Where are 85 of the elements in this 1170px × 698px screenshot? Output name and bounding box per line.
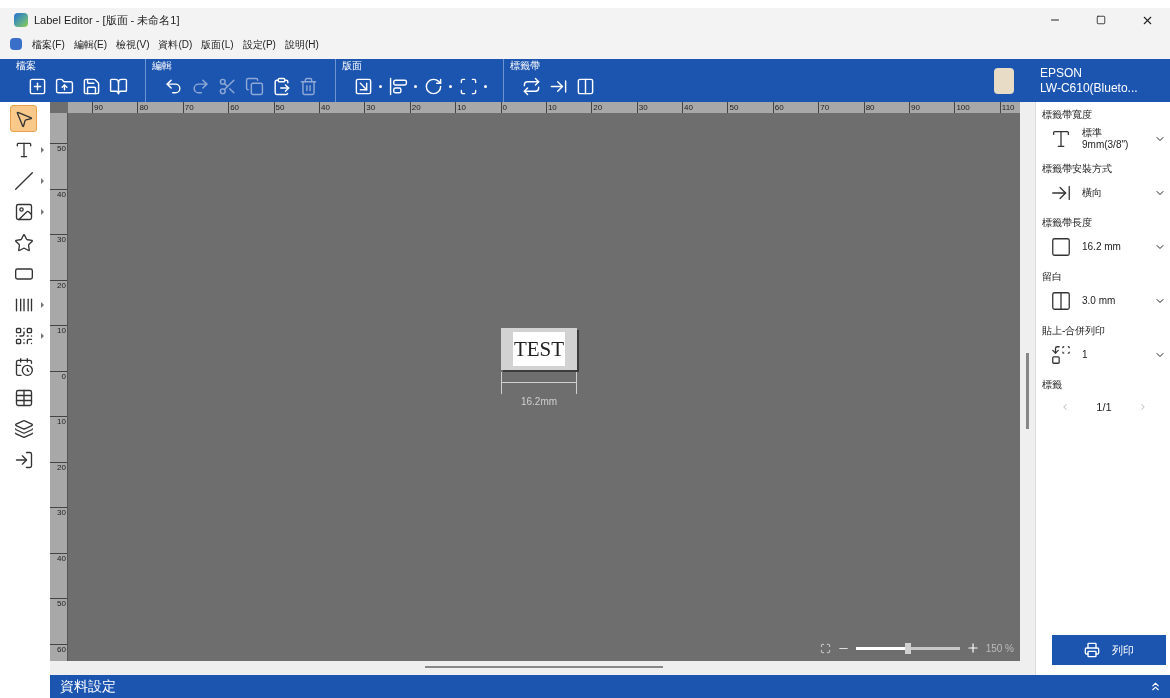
zoom-in-icon[interactable] <box>965 641 980 655</box>
ruler-label: 70 <box>820 102 830 113</box>
ruler-label: 80 <box>139 102 149 113</box>
setting-label: 標籤帶寬度 <box>1042 108 1093 122</box>
setting-dropdown[interactable]: 16.2 mm <box>1042 230 1166 264</box>
ruler-label: 40 <box>57 189 66 201</box>
pointer-icon[interactable] <box>10 105 37 132</box>
ruler-label: 80 <box>865 102 875 113</box>
ruler-label: 10 <box>57 417 66 428</box>
menu-item[interactable]: 說明(H) <box>281 36 322 52</box>
ruler-label: 20 <box>57 462 66 474</box>
submenu-arrow-icon[interactable] <box>41 332 44 339</box>
printer-icon <box>1084 642 1100 658</box>
menu-item[interactable]: 檢視(V) <box>113 36 153 52</box>
setting-label: 標籤帶安裝方式 <box>1042 162 1113 176</box>
ruler-label: 90 <box>94 102 103 113</box>
ruler-label: 100 <box>956 102 970 113</box>
maximize-icon <box>1096 15 1106 25</box>
ruler-label: 40 <box>684 102 693 113</box>
submenu-arrow-icon[interactable] <box>41 177 44 184</box>
zoom-slider-thumb[interactable] <box>904 642 911 654</box>
ruler-label: 70 <box>184 102 194 113</box>
ruler-label: 50 <box>275 102 285 113</box>
vertical-scrollbar-thumb[interactable] <box>1026 353 1029 429</box>
ruler-label: 60 <box>230 102 240 113</box>
ribbon-group-label: 編輯 <box>152 59 173 72</box>
horizontal-scrollbar-thumb[interactable] <box>425 666 663 668</box>
ruler-label: 50 <box>57 144 66 155</box>
ruler-label: 60 <box>774 102 784 113</box>
submenu-arrow-icon[interactable] <box>41 301 44 308</box>
ruler-label: 20 <box>593 102 603 113</box>
submenu-arrow-icon[interactable] <box>41 146 44 153</box>
menu-item[interactable]: 版面(L) <box>198 36 237 52</box>
page-reading: 1/1 <box>1096 399 1112 415</box>
ribbon-group-label: 版面 <box>342 59 363 72</box>
submenu-arrow-icon[interactable] <box>41 208 44 215</box>
app-logo-icon <box>14 13 28 27</box>
ruler-corner <box>50 102 68 113</box>
menu-item[interactable]: 資料(D) <box>155 36 196 52</box>
label-tape[interactable]: TEST <box>501 327 577 370</box>
print-button[interactable]: 列印 <box>1052 635 1166 665</box>
label-text[interactable]: TEST <box>512 331 566 366</box>
ruler-label: 90 <box>911 102 920 113</box>
ruler-label: 30 <box>57 508 66 519</box>
zoom-reading: 150 % <box>985 641 1014 656</box>
expand-icon[interactable] <box>1149 680 1162 693</box>
dimension-line-icon <box>501 371 577 394</box>
menu-item[interactable]: 設定(P) <box>239 36 279 52</box>
menu-item[interactable]: 檔案(F) <box>29 36 68 52</box>
printer-brand: EPSON <box>1040 65 1083 81</box>
ruler-label: 0 <box>502 102 507 113</box>
panel-title: 資料設定 <box>60 677 116 696</box>
ruler-label: 40 <box>57 553 66 565</box>
menu-item[interactable]: 編輯(E) <box>70 36 111 52</box>
ruler-label: 10 <box>457 102 467 113</box>
ruler-label: 30 <box>366 102 376 113</box>
label-length: 16.2mm <box>520 394 558 409</box>
setting-dropdown[interactable]: 3.0 mm <box>1042 284 1166 318</box>
setting-label: 貼上-合併列印 <box>1042 324 1107 338</box>
setting-label: 標籤 <box>1042 378 1063 392</box>
zoom-slider[interactable] <box>855 642 960 654</box>
ruler-label: 30 <box>57 235 66 246</box>
ruler-label: 50 <box>57 599 66 610</box>
setting-dropdown[interactable]: 標準 9mm(3/8") <box>1042 122 1166 156</box>
setting-label: 留白 <box>1042 270 1063 284</box>
printer-device-icon <box>994 67 1014 94</box>
ruler-label: 10 <box>547 102 557 113</box>
ruler-label: 50 <box>729 102 739 113</box>
align-icon[interactable] <box>387 75 409 97</box>
fit-view-icon[interactable] <box>819 642 831 654</box>
ruler-label: 110 <box>1001 102 1015 113</box>
ribbon-group-label: 檔案 <box>16 59 37 72</box>
ruler-label: 10 <box>57 326 66 337</box>
setting-dropdown[interactable]: 橫向 <box>1042 176 1166 210</box>
ruler-label: 0 <box>61 371 66 383</box>
ruler-label: 30 <box>638 102 648 113</box>
ruler-label: 40 <box>320 102 330 113</box>
ruler-label: 60 <box>57 644 66 656</box>
ruler-label: 20 <box>411 102 421 113</box>
setting-dropdown[interactable]: 1 <box>1042 338 1166 372</box>
printer-model: LW-C610(Blueto... <box>1040 80 1139 96</box>
ribbon-group-label: 標籤帶 <box>510 59 541 72</box>
window-title: Label Editor - [版面 - 未命名1] <box>34 12 180 28</box>
setting-label: 標籤帶長度 <box>1042 216 1093 230</box>
ruler-label: 20 <box>57 280 66 292</box>
